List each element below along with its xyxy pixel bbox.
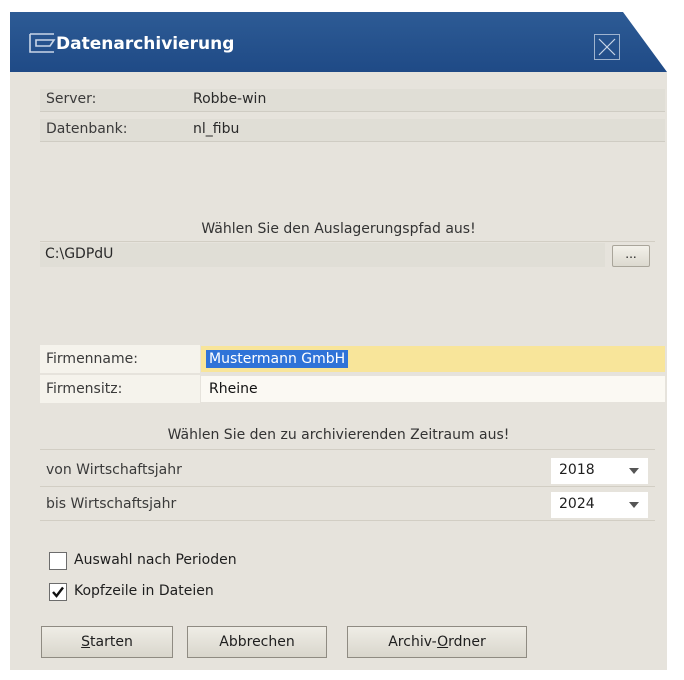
- company-seat-input[interactable]: [201, 376, 665, 402]
- from-year-label: von Wirtschaftsjahr: [46, 462, 182, 478]
- to-year-select[interactable]: 2024: [551, 492, 648, 518]
- to-year-value: 2024: [559, 496, 595, 512]
- chevron-down-icon: [629, 468, 639, 474]
- dialog-content: Server: Robbe-win Datenbank: nl_fibu Wäh…: [10, 72, 667, 670]
- archive-folder-button[interactable]: Archiv-Ordner: [347, 626, 527, 658]
- chevron-down-icon: [629, 502, 639, 508]
- path-heading: Wählen Sie den Auslagerungspfad aus!: [201, 221, 476, 237]
- archive-button-rest: rdner: [448, 634, 486, 650]
- database-label: Datenbank:: [46, 121, 128, 137]
- header-line-checkbox[interactable]: [49, 583, 67, 601]
- company-name-label: Firmenname:: [46, 351, 138, 367]
- title-corner: [623, 12, 667, 72]
- close-icon: [598, 38, 616, 56]
- company-seat-label: Firmensitz:: [46, 381, 123, 397]
- to-year-label: bis Wirtschaftsjahr: [46, 496, 177, 512]
- period-separator-1: [40, 449, 655, 450]
- company-seat-value: Rheine: [209, 381, 258, 397]
- database-value: nl_fibu: [193, 121, 240, 137]
- period-separator-3: [40, 520, 655, 521]
- database-row: [40, 119, 665, 142]
- window-icon: [29, 33, 56, 53]
- cancel-button[interactable]: Abbrechen: [187, 626, 327, 658]
- server-label: Server:: [46, 91, 97, 107]
- archive-button-mnemonic: O: [437, 634, 449, 650]
- close-button[interactable]: [594, 34, 620, 60]
- server-value: Robbe-win: [193, 91, 267, 107]
- by-period-checkbox[interactable]: [49, 552, 67, 570]
- start-button-mnemonic: S: [81, 634, 91, 650]
- by-period-label: Auswahl nach Perioden: [74, 552, 237, 568]
- path-value: C:\GDPdU: [45, 246, 114, 262]
- path-field[interactable]: [40, 243, 605, 267]
- path-separator: [40, 241, 655, 242]
- period-heading: Wählen Sie den zu archivierenden Zeitrau…: [167, 427, 510, 443]
- archive-dialog: Datenarchivierung Server: Robbe-win Date…: [10, 12, 667, 670]
- checkmark-icon: [52, 586, 64, 598]
- archive-button-prefix: Archiv-: [388, 634, 438, 650]
- server-row: [40, 89, 665, 112]
- start-button[interactable]: Starten: [41, 626, 173, 658]
- from-year-select[interactable]: 2018: [551, 458, 648, 484]
- header-line-label: Kopfzeile in Dateien: [74, 583, 214, 599]
- title-bar[interactable]: Datenarchivierung: [10, 12, 667, 72]
- browse-button[interactable]: ...: [612, 245, 650, 267]
- from-year-value: 2018: [559, 462, 595, 478]
- company-name-value: Mustermann GmbH: [206, 350, 349, 368]
- start-button-label: tarten: [90, 634, 133, 650]
- period-separator-2: [40, 486, 655, 487]
- window-title: Datenarchivierung: [56, 34, 235, 54]
